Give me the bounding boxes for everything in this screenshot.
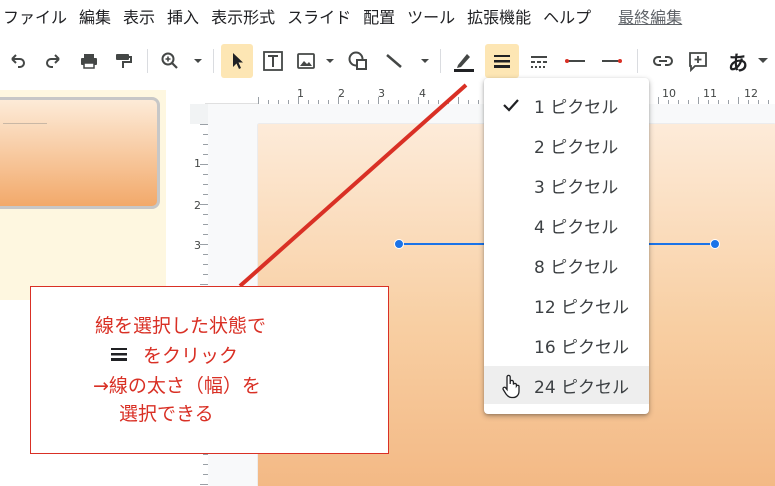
redo-button[interactable] bbox=[41, 44, 65, 78]
ruler-number: 4 bbox=[419, 87, 426, 100]
line-dash-button[interactable] bbox=[526, 44, 552, 78]
toolbar-divider bbox=[440, 49, 441, 73]
shape-icon bbox=[348, 51, 367, 70]
thumbnail-line-preview bbox=[3, 123, 47, 124]
select-tool-button[interactable] bbox=[221, 44, 253, 78]
line-weight-icon bbox=[111, 348, 127, 361]
checkmark-icon bbox=[503, 99, 519, 112]
chevron-down-icon bbox=[758, 58, 768, 63]
hand-cursor-icon bbox=[502, 374, 520, 399]
print-button[interactable] bbox=[77, 44, 101, 78]
image-icon bbox=[297, 53, 334, 69]
annotation-text: をクリック bbox=[143, 345, 239, 367]
ruler-number: 10 bbox=[662, 87, 676, 100]
insert-link-button[interactable] bbox=[648, 44, 678, 78]
line-icon bbox=[386, 54, 429, 68]
weight-option-label: 3 ピクセル bbox=[534, 177, 619, 198]
insert-image-button[interactable] bbox=[295, 44, 337, 78]
line-color-button[interactable] bbox=[449, 44, 479, 78]
weight-option[interactable]: 8 ピクセル bbox=[484, 246, 649, 284]
weight-option-label: 24 ピクセル bbox=[534, 377, 630, 398]
ruler-number: 3 bbox=[194, 239, 201, 252]
line-weight-button[interactable] bbox=[485, 44, 519, 78]
toolbar-divider bbox=[637, 49, 638, 73]
text-style-button[interactable]: あ bbox=[728, 44, 775, 78]
slides-editor: ファイル 編集 表示 挿入 表示形式 スライド 配置 ツール 拡張機能 ヘルプ … bbox=[0, 0, 775, 486]
ruler-number: 1 bbox=[297, 87, 304, 100]
weight-option[interactable]: 12 ピクセル bbox=[484, 286, 649, 324]
undo-button[interactable] bbox=[6, 44, 30, 78]
line-start-icon bbox=[565, 59, 585, 63]
weight-option-label: 12 ピクセル bbox=[534, 297, 630, 318]
menu-help[interactable]: ヘルプ bbox=[538, 0, 598, 36]
menu-edit[interactable]: 編集 bbox=[74, 0, 118, 36]
line-end-button[interactable] bbox=[597, 44, 627, 78]
text-box-icon bbox=[263, 51, 283, 71]
paint-format-icon bbox=[116, 54, 132, 68]
ruler-number: 2 bbox=[194, 199, 201, 212]
weight-option[interactable]: 4 ピクセル bbox=[484, 206, 649, 244]
redo-icon bbox=[46, 54, 60, 68]
link-icon bbox=[653, 56, 673, 66]
toolbar-divider bbox=[147, 49, 148, 73]
shape-button[interactable] bbox=[344, 44, 372, 78]
weight-option[interactable]: 2 ピクセル bbox=[484, 126, 649, 164]
menu-bar: ファイル 編集 表示 挿入 表示形式 スライド 配置 ツール 拡張機能 ヘルプ … bbox=[0, 0, 775, 36]
line-end-icon bbox=[602, 59, 622, 63]
cursor-arrow-icon bbox=[233, 53, 243, 69]
toolbar: あ bbox=[0, 40, 775, 82]
zoom-button[interactable] bbox=[158, 44, 206, 78]
weight-option[interactable]: 3 ピクセル bbox=[484, 166, 649, 204]
annotation-text: →線の太さ（幅）を bbox=[93, 375, 261, 397]
slide-thumbnail-selected[interactable] bbox=[0, 90, 166, 300]
weight-option-label: 16 ピクセル bbox=[534, 337, 630, 358]
weight-option[interactable]: 24 ピクセル bbox=[484, 366, 649, 404]
last-edit-link[interactable]: 最終編集 bbox=[618, 0, 682, 36]
weight-option-label: 2 ピクセル bbox=[534, 137, 619, 158]
menu-file[interactable]: ファイル bbox=[0, 0, 74, 36]
menu-extensions[interactable]: 拡張機能 bbox=[462, 0, 538, 36]
line-weight-menu: 1 ピクセル 2 ピクセル 3 ピクセル 4 ピクセル 8 ピクセル 12 ピク… bbox=[484, 78, 649, 414]
text-style-label: あ bbox=[728, 50, 748, 75]
menu-format[interactable]: 表示形式 bbox=[206, 0, 282, 36]
zoom-icon bbox=[161, 52, 202, 69]
weight-option[interactable]: 16 ピクセル bbox=[484, 326, 649, 364]
line-weight-icon bbox=[494, 55, 510, 68]
annotation-text: 線を選択した状態で bbox=[95, 315, 267, 337]
text-box-button[interactable] bbox=[259, 44, 287, 78]
line-start-button[interactable] bbox=[560, 44, 590, 78]
ruler-number: 12 bbox=[744, 87, 758, 100]
weight-option-label: 4 ピクセル bbox=[534, 217, 619, 238]
ruler-number: 1 bbox=[194, 157, 201, 170]
toolbar-divider bbox=[213, 49, 214, 73]
weight-option-label: 1 ピクセル bbox=[534, 97, 619, 118]
ruler-number: 2 bbox=[338, 87, 345, 100]
menu-tools[interactable]: ツール bbox=[402, 0, 462, 36]
weight-option-label: 8 ピクセル bbox=[534, 257, 619, 278]
menu-arrange[interactable]: 配置 bbox=[358, 0, 402, 36]
slide-thumbnail[interactable] bbox=[0, 97, 160, 209]
line-dash-icon bbox=[531, 56, 547, 68]
paint-format-button[interactable] bbox=[111, 44, 135, 78]
menu-insert[interactable]: 挿入 bbox=[162, 0, 206, 36]
line-tool-button[interactable] bbox=[382, 44, 432, 78]
pen-icon bbox=[454, 54, 474, 72]
menu-slide[interactable]: スライド bbox=[282, 0, 358, 36]
weight-option[interactable]: 1 ピクセル bbox=[484, 86, 649, 124]
add-comment-icon bbox=[689, 52, 707, 72]
ruler-number: 3 bbox=[378, 87, 385, 100]
add-comment-button[interactable] bbox=[683, 44, 713, 78]
menu-view[interactable]: 表示 bbox=[118, 0, 162, 36]
print-icon bbox=[81, 54, 97, 69]
annotation-box: 線を選択した状態で をクリック →線の太さ（幅）を 選択できる bbox=[30, 286, 389, 454]
annotation-text: 選択できる bbox=[119, 403, 214, 425]
undo-icon bbox=[11, 54, 25, 68]
ruler-number: 11 bbox=[703, 87, 717, 100]
